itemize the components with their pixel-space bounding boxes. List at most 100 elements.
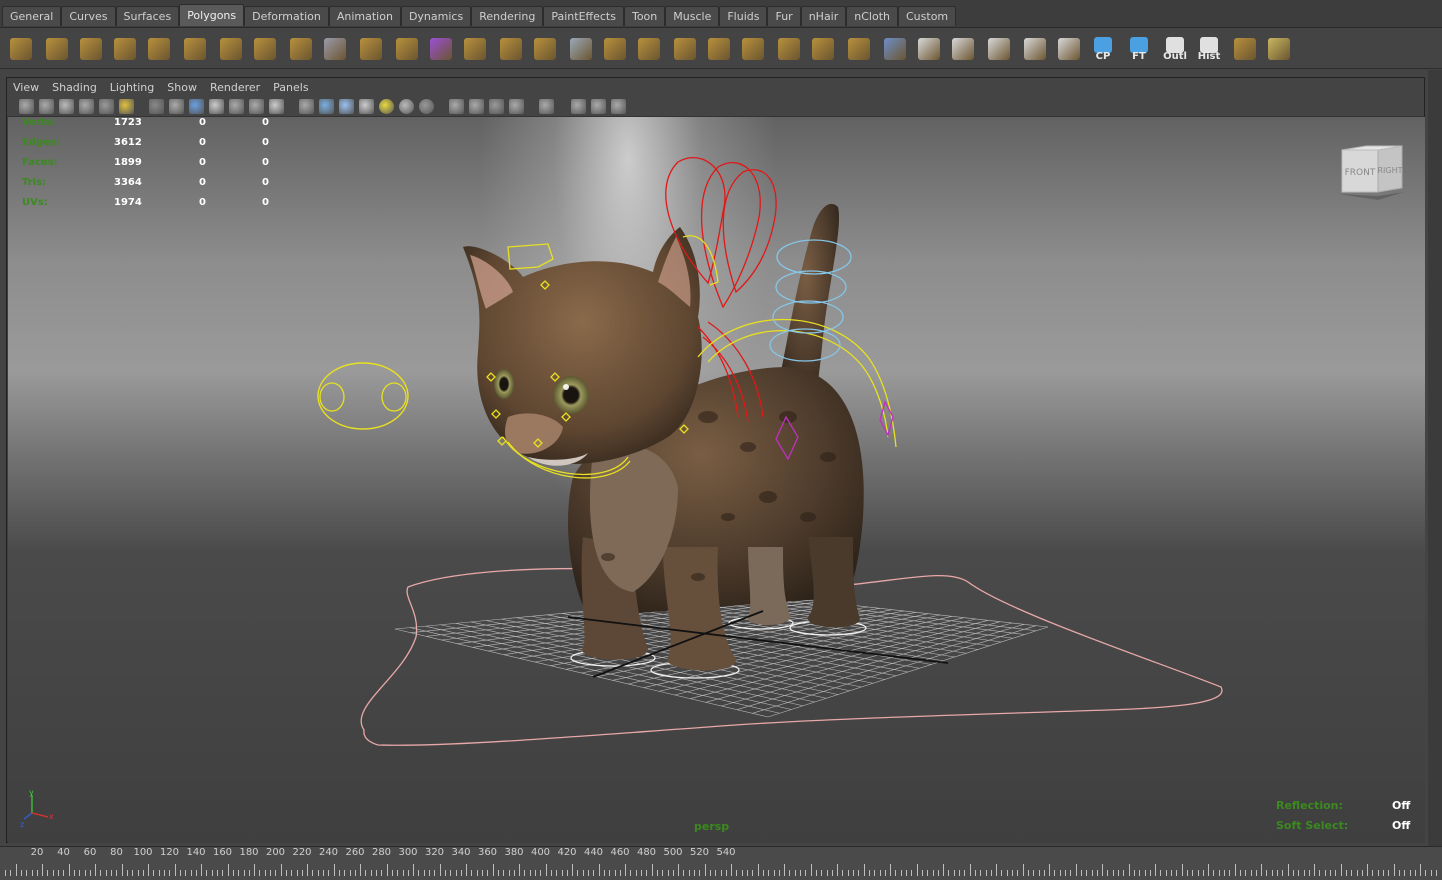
panel-menu-renderer[interactable]: Renderer: [210, 81, 260, 94]
timeline-tick: [487, 870, 489, 876]
shelf-tab-painteffects[interactable]: PaintEffects: [543, 6, 624, 26]
extrude-face-icon[interactable]: [460, 33, 490, 65]
panel-toolbar-button-27-icon[interactable]: [591, 99, 606, 114]
poly-cube-glyph: [46, 38, 68, 60]
panel-toolbar-button-17-icon[interactable]: [359, 99, 374, 114]
shelf-tab-surfaces[interactable]: Surfaces: [115, 6, 180, 26]
panel-toolbar-button-24-icon[interactable]: [509, 99, 524, 114]
bridge-icon[interactable]: [496, 33, 526, 65]
timeline-tick: [1197, 870, 1199, 876]
poly-cube-icon[interactable]: [42, 33, 72, 65]
panel-toolbar-button-16-icon[interactable]: [339, 99, 354, 114]
panel-menu-show[interactable]: Show: [167, 81, 197, 94]
panel-toolbar-button-22-icon[interactable]: [469, 99, 484, 114]
shelf-tab-dynamics[interactable]: Dynamics: [400, 6, 472, 26]
panel-toolbar-button-6-icon[interactable]: [119, 99, 134, 114]
auto-map-icon[interactable]: [984, 33, 1014, 65]
bevel-icon[interactable]: [670, 33, 700, 65]
panel-toolbar-button-28-icon[interactable]: [611, 99, 626, 114]
split-polygon-icon[interactable]: [566, 33, 596, 65]
smooth-cube-icon[interactable]: [426, 33, 456, 65]
history-icon[interactable]: Hist: [1194, 33, 1224, 65]
ft-icon[interactable]: FT: [1124, 33, 1154, 65]
chamfer-icon[interactable]: [808, 33, 838, 65]
checker-icon[interactable]: [1020, 33, 1050, 65]
shelf-tab-animation[interactable]: Animation: [328, 6, 401, 26]
delete-edge-icon[interactable]: [774, 33, 804, 65]
panel-toolbar-button-25-icon[interactable]: [539, 99, 554, 114]
timeline-tick: [142, 870, 144, 876]
shelf-tab-nhair[interactable]: nHair: [800, 6, 847, 26]
timeline-tick: [1351, 870, 1353, 876]
shelf-tab-toon[interactable]: Toon: [623, 6, 666, 26]
combine-icon[interactable]: [320, 33, 350, 65]
extra-tool-1-icon[interactable]: [1230, 33, 1260, 65]
outliner-icon[interactable]: Outl: [1160, 33, 1190, 65]
shelf-tab-fluids[interactable]: Fluids: [719, 6, 768, 26]
panel-toolbar-button-15-icon[interactable]: [319, 99, 334, 114]
extract-icon[interactable]: [392, 33, 422, 65]
spherical-map-icon[interactable]: [948, 33, 978, 65]
time-slider[interactable]: 20 40 60 80 100 120 140 160 180 200 220 240 260 280 30…: [0, 846, 1442, 880]
uv-editor-icon[interactable]: [1054, 33, 1084, 65]
timeline-tick-label: 220: [292, 847, 312, 858]
viewcube[interactable]: FRONT RIGHT: [1338, 144, 1408, 200]
shelf-tab-custom[interactable]: Custom: [898, 6, 957, 26]
panel-toolbar-button-7-icon[interactable]: [149, 99, 164, 114]
timeline-tick: [550, 870, 552, 876]
cp-icon[interactable]: CP: [1088, 33, 1118, 65]
panel-toolbar-button-4-icon[interactable]: [79, 99, 94, 114]
panel-toolbar-button-18-icon[interactable]: [379, 99, 394, 114]
panel-toolbar-button-5-icon[interactable]: [99, 99, 114, 114]
panel-toolbar-button-23-icon[interactable]: [489, 99, 504, 114]
poly-pipe-icon[interactable]: [250, 33, 280, 65]
panel-toolbar-button-9-icon[interactable]: [189, 99, 204, 114]
shelf-tab-polygons[interactable]: Polygons: [179, 4, 245, 26]
poly-plane-icon[interactable]: [144, 33, 174, 65]
panel-toolbar-button-20-icon[interactable]: [419, 99, 434, 114]
shelf-tab-ncloth[interactable]: nCloth: [846, 6, 898, 26]
panel-toolbar-button-26-icon[interactable]: [571, 99, 586, 114]
poly-soccer-icon[interactable]: [286, 33, 316, 65]
offset-edge-icon[interactable]: [634, 33, 664, 65]
planar-map-icon[interactable]: [880, 33, 910, 65]
cylindrical-map-icon[interactable]: [914, 33, 944, 65]
poly-torus-icon[interactable]: [180, 33, 210, 65]
poly-pyramid-icon[interactable]: [216, 33, 246, 65]
collapse-icon[interactable]: [738, 33, 768, 65]
panel-toolbar-button-12-icon[interactable]: [249, 99, 264, 114]
panel-toolbar-button-10-icon[interactable]: [209, 99, 224, 114]
panel-toolbar-button-19-icon[interactable]: [399, 99, 414, 114]
panel-menu-shading[interactable]: Shading: [52, 81, 97, 94]
shelf-tab-muscle[interactable]: Muscle: [665, 6, 720, 26]
panel-toolbar-button-2-icon[interactable]: [39, 99, 54, 114]
viewcube-right-label[interactable]: RIGHT: [1377, 166, 1402, 175]
perspective-viewport[interactable]: Verts: 1723 0 0 Edges: 3612 0 0 Faces: 1899 0 0 Tris…: [8, 117, 1425, 843]
merge-icon[interactable]: [704, 33, 734, 65]
poly-cone-icon[interactable]: [110, 33, 140, 65]
shelf-tab-general[interactable]: General: [2, 6, 62, 26]
panel-toolbar-button-13-icon[interactable]: [269, 99, 284, 114]
shelf-tab-fur[interactable]: Fur: [767, 6, 801, 26]
panel-toolbar-button-1-icon[interactable]: [19, 99, 34, 114]
insert-edge-loop-icon[interactable]: [600, 33, 630, 65]
viewcube-front-label[interactable]: FRONT: [1345, 168, 1376, 178]
poly-sphere-icon[interactable]: [6, 33, 36, 65]
panel-menu-lighting[interactable]: Lighting: [110, 81, 154, 94]
panel-menu-view[interactable]: View: [13, 81, 39, 94]
poly-cylinder-icon[interactable]: [76, 33, 106, 65]
panel-toolbar-button-8-icon[interactable]: [169, 99, 184, 114]
poke-icon[interactable]: [844, 33, 874, 65]
shelf-tab-deformation[interactable]: Deformation: [244, 6, 329, 26]
shelf-tab-curves[interactable]: Curves: [61, 6, 116, 26]
separate-icon[interactable]: [356, 33, 386, 65]
panel-toolbar-button-14-icon[interactable]: [299, 99, 314, 114]
shelf-tab-rendering[interactable]: Rendering: [471, 6, 544, 26]
panel-toolbar-button-21-icon[interactable]: [449, 99, 464, 114]
extra-tool-3-icon[interactable]: [1264, 33, 1294, 65]
panel-toolbar-button-3-icon[interactable]: [59, 99, 74, 114]
panel-toolbar-button-11-icon[interactable]: [229, 99, 244, 114]
panel-menu-panels[interactable]: Panels: [273, 81, 308, 94]
timeline-tick: [741, 870, 743, 876]
append-polygon-icon[interactable]: [530, 33, 560, 65]
